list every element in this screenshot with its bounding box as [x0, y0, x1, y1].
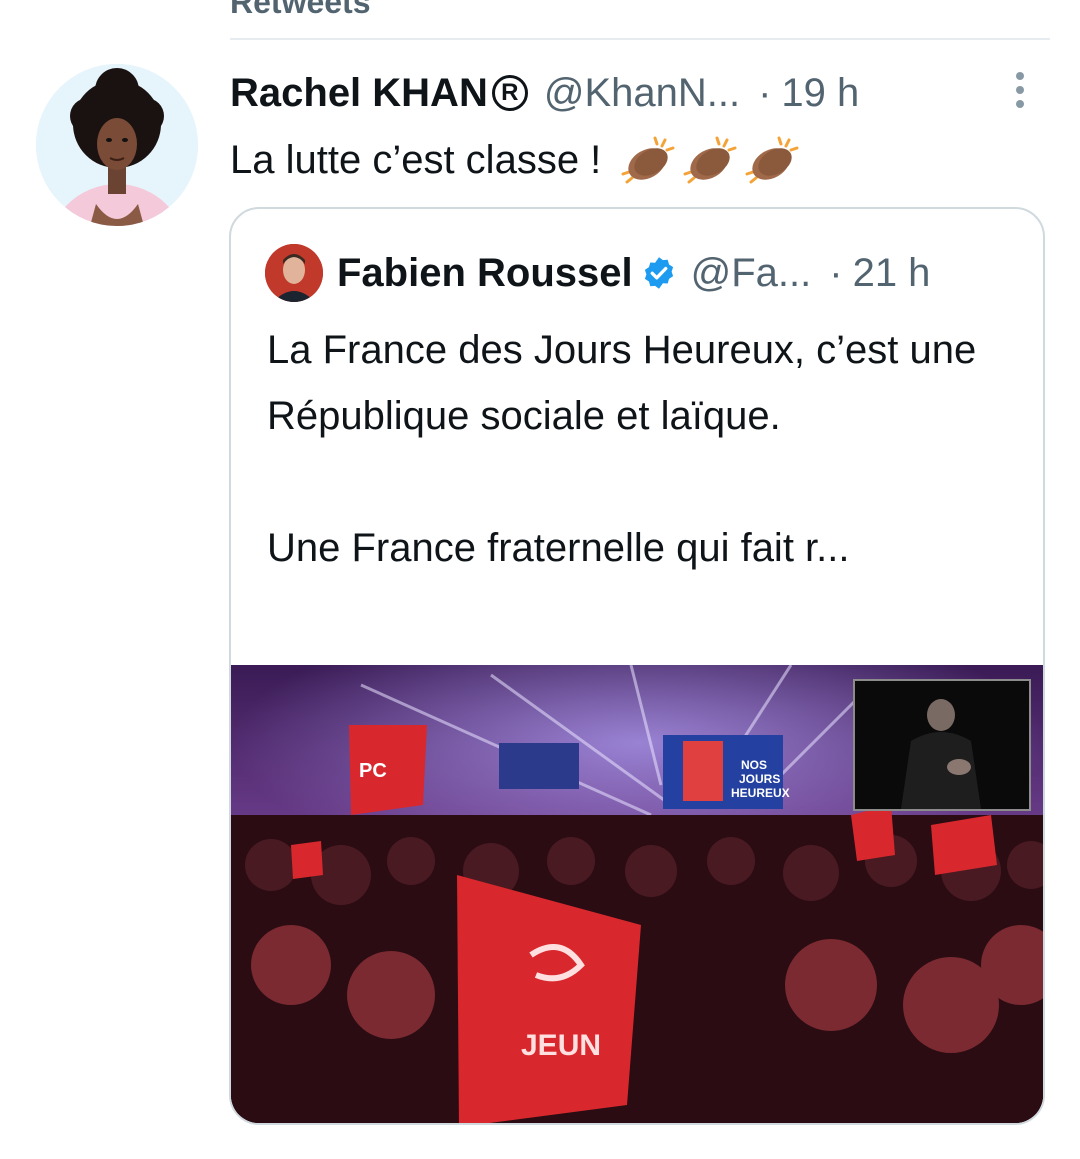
author-handle[interactable]: @KhanN...: [544, 71, 740, 116]
verified-badge-icon: [641, 255, 677, 291]
quoted-tweet-header: Fabien Roussel @Fa... · 21 h: [265, 244, 931, 302]
quoted-paragraph: Une France fraternelle qui fait r...: [267, 526, 850, 570]
separator-dot: ·: [758, 70, 772, 115]
tweet-text-row: La lutte c’est classe !: [230, 134, 803, 186]
quoted-paragraph: La France des Jours Heureux, c’est une R…: [267, 328, 977, 438]
emoji-group: [619, 134, 803, 186]
tweet-header: Rachel KHAN R @KhanN... · 19 h: [230, 68, 859, 118]
quoted-author-avatar[interactable]: [265, 244, 323, 302]
quoted-tweet-time[interactable]: 21 h: [853, 251, 931, 296]
quoted-tweet-text: La France des Jours Heureux, c’est une R…: [267, 317, 1007, 581]
svg-text:NOS: NOS: [741, 758, 767, 772]
divider: [230, 38, 1050, 40]
flag-text-left: PC: [359, 760, 387, 782]
clapping-hands-icon: [745, 136, 799, 184]
quoted-tweet-card[interactable]: Fabien Roussel @Fa... · 21 h La France d…: [229, 207, 1045, 1125]
section-header: Retweets: [230, 0, 371, 20]
tweet-time[interactable]: 19 h: [781, 71, 859, 116]
sign-language-inset: [853, 679, 1031, 811]
tweet-text: La lutte c’est classe !: [230, 138, 602, 182]
flag-text-bottom: JEUN: [521, 1029, 601, 1062]
registered-icon: R: [491, 75, 528, 111]
quoted-author-name[interactable]: Fabien Roussel: [337, 251, 633, 296]
separator-dot: ·: [829, 250, 843, 295]
quoted-author-handle[interactable]: @Fa...: [691, 251, 812, 296]
author-name[interactable]: Rachel KHAN: [230, 71, 488, 116]
clapping-hands-icon: [683, 136, 737, 184]
clapping-hands-icon: [621, 136, 675, 184]
author-avatar[interactable]: [36, 64, 198, 226]
svg-text:HEUREUX: HEUREUX: [731, 786, 790, 800]
more-options-icon[interactable]: [1010, 70, 1030, 110]
svg-text:JOURS: JOURS: [739, 772, 780, 786]
quoted-video[interactable]: NOS JOURS HEUREUX PC JEUN: [231, 665, 1043, 1123]
